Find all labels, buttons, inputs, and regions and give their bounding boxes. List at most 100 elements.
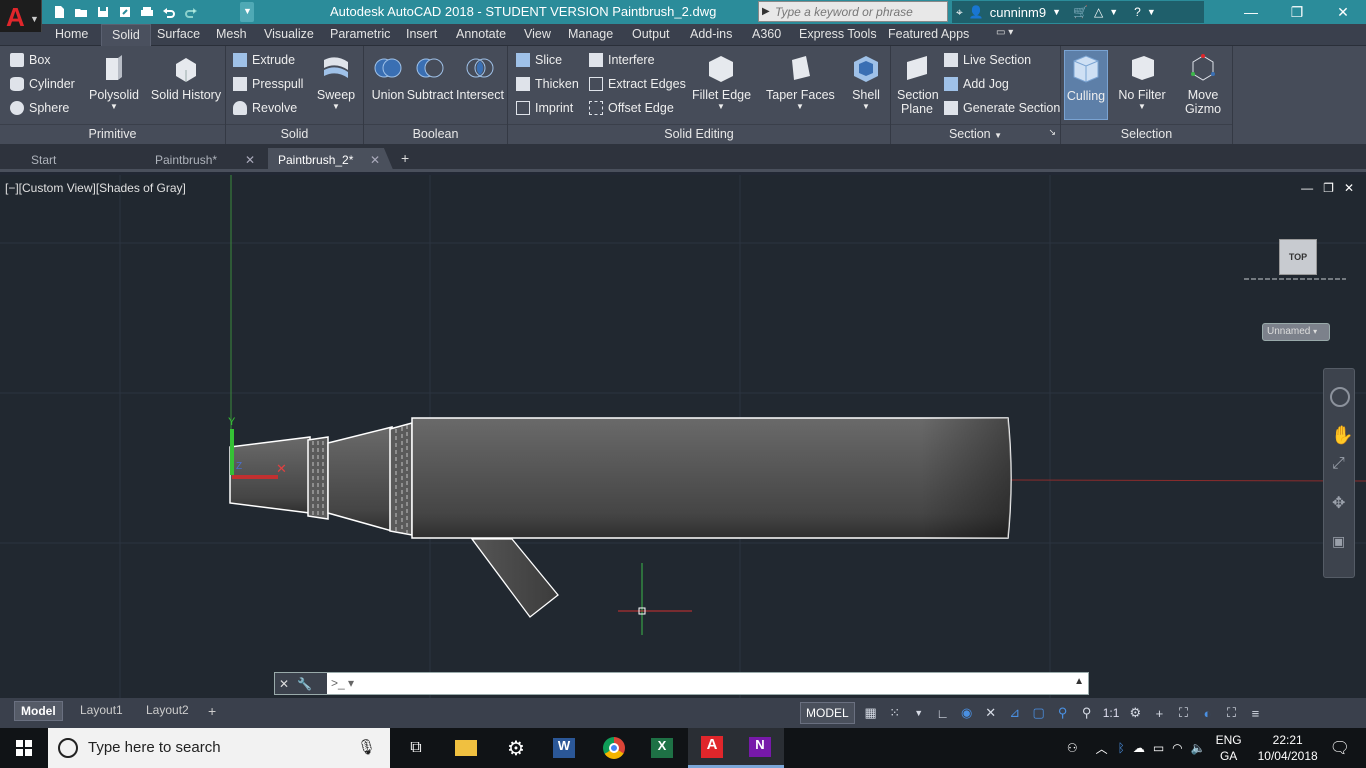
intersect-button[interactable]: Intersect bbox=[456, 52, 504, 102]
bluetooth-icon[interactable]: ᛒ bbox=[1118, 741, 1125, 755]
offset-edge-button[interactable]: Offset Edge bbox=[589, 101, 674, 115]
file-tab-paintbrush-2[interactable]: Paintbrush_2* ✕ bbox=[268, 148, 394, 172]
subtract-button[interactable]: Subtract bbox=[406, 52, 454, 102]
tab-model[interactable]: Model bbox=[14, 701, 63, 721]
file-tab-start[interactable]: Start bbox=[0, 148, 142, 172]
model-space-toggle[interactable]: MODEL bbox=[800, 702, 855, 724]
osnap-icon[interactable]: ⊿ bbox=[1007, 705, 1023, 721]
live-section-button[interactable]: Live Section bbox=[944, 53, 1031, 67]
hardware-acceleration-icon[interactable]: ◐ bbox=[1199, 705, 1215, 721]
taskbar-search[interactable]: Type here to search 🎙 bbox=[48, 728, 390, 768]
culling-button[interactable]: Culling bbox=[1064, 50, 1108, 120]
imprint-button[interactable]: Imprint bbox=[516, 101, 573, 115]
ortho-icon[interactable]: ∟ bbox=[935, 705, 951, 721]
close-icon[interactable]: ✕ bbox=[245, 153, 255, 167]
a360-icon[interactable]: △ bbox=[1094, 5, 1103, 19]
wifi-icon[interactable]: ◠ bbox=[1172, 741, 1182, 755]
drawing-viewport[interactable]: Y ✕ Z [−][Custom View][Shades of Gray] —… bbox=[0, 175, 1366, 698]
new-icon[interactable] bbox=[50, 3, 68, 21]
taper-faces-button[interactable]: Taper Faces ▼ bbox=[766, 52, 835, 111]
extrude-button[interactable]: Extrude bbox=[233, 53, 295, 67]
named-view-dropdown[interactable]: Unnamed ▾ bbox=[1262, 323, 1330, 341]
box-button[interactable]: Box bbox=[10, 53, 51, 67]
wrench-icon[interactable]: 🔧 bbox=[297, 677, 312, 691]
tab-annotate[interactable]: Annotate bbox=[456, 27, 506, 41]
save-as-icon[interactable] bbox=[116, 3, 134, 21]
tab-solid[interactable]: Solid bbox=[101, 24, 151, 46]
word-icon[interactable]: W bbox=[540, 728, 588, 768]
tab-add-ins[interactable]: Add-ins bbox=[690, 27, 732, 41]
save-icon[interactable] bbox=[94, 3, 112, 21]
chevron-down-icon[interactable]: ▼ bbox=[1052, 7, 1061, 17]
tab-express-tools[interactable]: Express Tools bbox=[799, 27, 877, 41]
slice-button[interactable]: Slice bbox=[516, 53, 562, 67]
sweep-button[interactable]: Sweep ▼ bbox=[314, 52, 358, 111]
pan-icon[interactable]: ✋ bbox=[1331, 425, 1353, 446]
no-filter-button[interactable]: No Filter ▼ bbox=[1117, 52, 1167, 111]
snap-icon[interactable]: ⁙ bbox=[887, 705, 903, 721]
file-explorer-icon[interactable] bbox=[442, 728, 490, 768]
onenote-icon[interactable]: N bbox=[736, 728, 784, 768]
dialog-launcher-icon[interactable]: ↘ bbox=[1048, 127, 1056, 138]
gear-icon[interactable]: ⚙ bbox=[1127, 705, 1143, 721]
annotation-visibility-icon[interactable]: ⚲ bbox=[1079, 705, 1095, 721]
tab-a360[interactable]: A360 bbox=[752, 27, 781, 41]
minimize-icon[interactable]: — bbox=[1301, 181, 1313, 195]
showmotion-icon[interactable]: ▣ bbox=[1332, 533, 1345, 550]
chrome-icon[interactable] bbox=[590, 728, 638, 768]
settings-icon[interactable]: ⚙ bbox=[492, 728, 540, 768]
fullscreen-icon[interactable]: ⛶ bbox=[1223, 705, 1239, 721]
command-history-icon[interactable]: ▲ bbox=[1074, 676, 1084, 687]
volume-icon[interactable]: 🔈 bbox=[1191, 741, 1206, 755]
isolate-icon[interactable]: ⛶ bbox=[1175, 705, 1191, 721]
extract-edges-button[interactable]: Extract Edges bbox=[589, 77, 686, 91]
people-icon[interactable]: ⚇ bbox=[1067, 741, 1078, 755]
close-icon[interactable]: ✕ bbox=[1320, 0, 1366, 24]
thicken-button[interactable]: Thicken bbox=[516, 77, 579, 91]
drawing-canvas[interactable]: Y ✕ Z bbox=[0, 175, 1366, 698]
help-icon[interactable]: ? bbox=[1134, 5, 1141, 19]
move-gizmo-button[interactable]: Move Gizmo bbox=[1181, 52, 1225, 116]
steering-wheel-icon[interactable] bbox=[1330, 387, 1350, 407]
close-icon[interactable]: ✕ bbox=[1344, 181, 1354, 195]
solid-history-button[interactable]: Solid History bbox=[150, 52, 222, 102]
minimize-icon[interactable]: — bbox=[1228, 0, 1274, 24]
viewport-controls-label[interactable]: [−][Custom View][Shades of Gray] bbox=[5, 181, 186, 195]
grid-icon[interactable]: ▦ bbox=[863, 705, 879, 721]
tab-view[interactable]: View bbox=[524, 27, 551, 41]
help-search-input[interactable]: ▶ Type a keyword or phrase bbox=[758, 1, 948, 22]
user-name[interactable]: cunninm9 bbox=[990, 5, 1046, 20]
presspull-button[interactable]: Presspull bbox=[233, 77, 303, 91]
microphone-icon[interactable]: 🎙 bbox=[357, 738, 376, 756]
scale-selector[interactable]: 1:1 bbox=[1103, 706, 1120, 720]
tab-visualize[interactable]: Visualize bbox=[264, 27, 314, 41]
chevron-down-icon[interactable]: ▼ bbox=[1147, 7, 1156, 17]
generate-section-button[interactable]: Generate Section bbox=[944, 101, 1060, 115]
tab-featured-apps[interactable]: Featured Apps bbox=[888, 27, 969, 41]
task-view-icon[interactable]: ⧉ bbox=[392, 728, 440, 768]
zoom-icon[interactable]: ⤢ bbox=[1332, 455, 1345, 473]
tab-layout1[interactable]: Layout1 bbox=[74, 701, 129, 721]
battery-icon[interactable]: ▭ bbox=[1153, 741, 1164, 755]
close-icon[interactable]: ✕ bbox=[279, 677, 289, 691]
autocad-taskbar-icon[interactable]: A bbox=[688, 728, 736, 768]
tab-layout2[interactable]: Layout2 bbox=[140, 701, 195, 721]
shell-button[interactable]: Shell ▼ bbox=[848, 52, 884, 111]
application-menu-button[interactable]: A ▼ bbox=[0, 0, 42, 32]
redo-icon[interactable] bbox=[182, 3, 200, 21]
language-indicator[interactable]: ENG GA bbox=[1216, 732, 1242, 764]
file-tab-paintbrush[interactable]: Paintbrush* ✕ bbox=[141, 148, 269, 172]
windows-start-icon[interactable] bbox=[0, 728, 48, 768]
polysolid-button[interactable]: Polysolid ▼ bbox=[88, 52, 140, 111]
close-icon[interactable]: ✕ bbox=[370, 153, 380, 167]
tab-output[interactable]: Output bbox=[632, 27, 670, 41]
ribbon-toggle-icon[interactable]: ▭ ▾ bbox=[996, 27, 1013, 38]
sphere-button[interactable]: Sphere bbox=[10, 101, 69, 115]
command-input[interactable]: >_ ▾ bbox=[331, 676, 354, 690]
interfere-button[interactable]: Interfere bbox=[589, 53, 655, 67]
union-button[interactable]: Union bbox=[368, 52, 408, 102]
chevron-up-icon[interactable]: ︿ bbox=[1096, 740, 1108, 757]
user-icon[interactable]: 👤 bbox=[969, 5, 984, 19]
chevron-down-icon[interactable]: ▼ bbox=[911, 705, 927, 721]
undo-icon[interactable] bbox=[160, 3, 178, 21]
